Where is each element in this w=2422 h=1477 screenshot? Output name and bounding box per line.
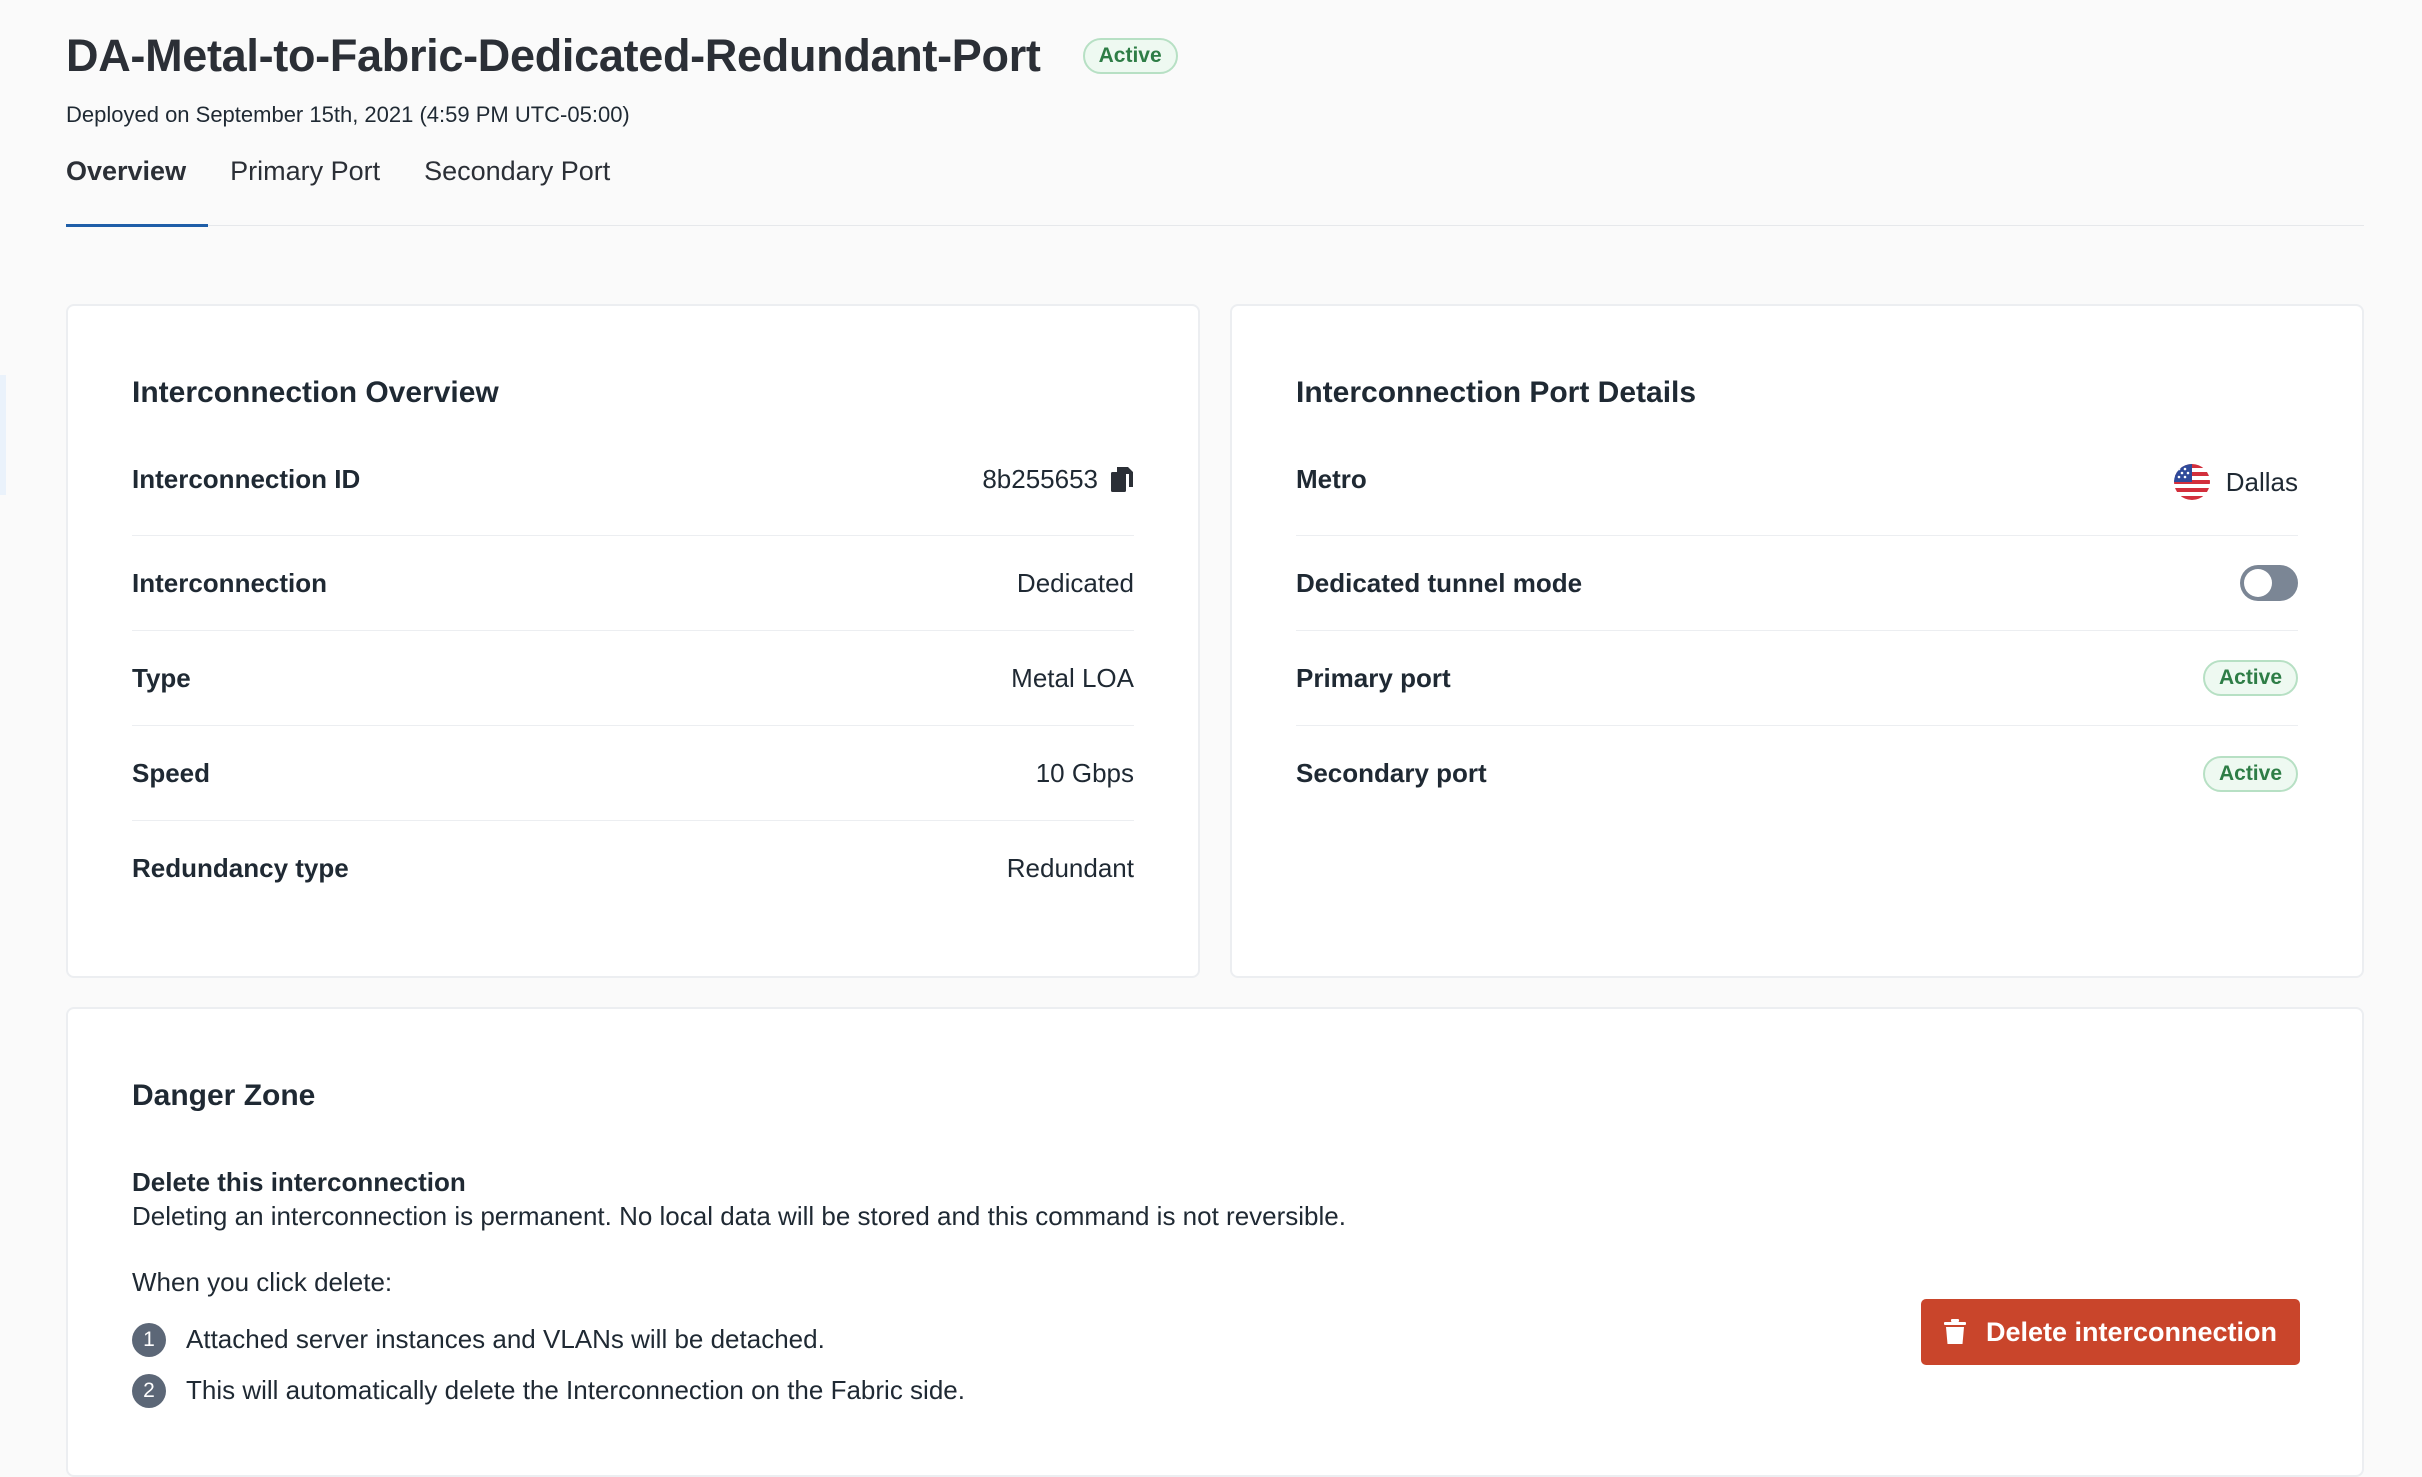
row-secondary-port: Secondary port Active — [1296, 726, 2298, 821]
list-item: 1 Attached server instances and VLANs wi… — [132, 1314, 965, 1365]
row-value: Dallas — [2173, 464, 2298, 500]
row-dedicated-tunnel-mode: Dedicated tunnel mode — [1296, 536, 2298, 631]
row-primary-port: Primary port Active — [1296, 631, 2298, 726]
row-value: 10 Gbps — [1035, 757, 1134, 788]
tab-secondary-port[interactable]: Secondary Port — [424, 148, 610, 226]
interconnection-port-details-card: Interconnection Port Details Metro Dalla… — [1230, 304, 2364, 978]
row-label: Primary port — [1296, 662, 1451, 693]
card-title: Interconnection Overview — [132, 376, 499, 409]
danger-when-text: When you click delete: — [132, 1267, 393, 1297]
us-flag-icon — [2173, 464, 2210, 500]
row-label: Secondary port — [1296, 758, 1487, 788]
row-value: Dedicated — [1016, 567, 1134, 598]
delete-steps-list: 1 Attached server instances and VLANs wi… — [132, 1314, 965, 1416]
row-label: Interconnection — [132, 567, 328, 598]
overview-rows: Interconnection ID 8b255653 Interconnect… — [132, 446, 1134, 916]
toggle-knob — [2244, 569, 2272, 597]
row-type: Type Metal LOA — [132, 631, 1134, 726]
danger-subtitle: Delete this interconnection — [132, 1167, 466, 1197]
row-value: 8b255653 — [982, 464, 1134, 495]
tab-overview[interactable]: Overview — [66, 148, 209, 227]
danger-zone-card: Danger Zone Delete this interconnection … — [66, 1007, 2364, 1477]
row-value: Redundant — [1006, 853, 1134, 883]
status-badge: Active — [1082, 38, 1178, 74]
dedicated-tunnel-toggle[interactable] — [2240, 565, 2298, 601]
step-text: This will automatically delete the Inter… — [186, 1375, 965, 1405]
interconnection-overview-card: Interconnection Overview Interconnection… — [66, 304, 1200, 978]
danger-description: Deleting an interconnection is permanent… — [132, 1201, 1346, 1231]
card-title: Interconnection Port Details — [1296, 376, 1697, 409]
page-header: DA-Metal-to-Fabric-Dedicated-Redundant-P… — [66, 28, 2364, 128]
row-label: Redundancy type — [132, 853, 349, 883]
row-redundancy-type: Redundancy type Redundant — [132, 821, 1134, 916]
row-speed: Speed 10 Gbps — [132, 726, 1134, 821]
sidebar-edge — [0, 375, 6, 495]
delete-button-label: Delete interconnection — [1985, 1316, 2278, 1347]
list-item: 2 This will automatically delete the Int… — [132, 1365, 965, 1416]
row-label: Type — [132, 662, 191, 693]
metro-value: Dallas — [2225, 466, 2298, 497]
row-label: Speed — [132, 757, 211, 788]
row-label: Metro — [1296, 464, 1367, 494]
copy-icon[interactable] — [1110, 466, 1134, 494]
row-label: Dedicated tunnel mode — [1296, 567, 1583, 598]
interconnection-id-value: 8b255653 — [982, 464, 1098, 494]
secondary-port-status-badge: Active — [2202, 755, 2298, 792]
step-number: 2 — [132, 1373, 166, 1408]
tab-bar: Overview Primary Port Secondary Port — [66, 148, 2364, 227]
row-metro: Metro Dallas — [1296, 446, 2298, 536]
row-label: Interconnection ID — [132, 464, 361, 494]
tab-primary-port[interactable]: Primary Port — [230, 148, 380, 226]
title-row: DA-Metal-to-Fabric-Dedicated-Redundant-P… — [66, 28, 2364, 84]
danger-zone-title: Danger Zone — [132, 1079, 316, 1112]
page-title: DA-Metal-to-Fabric-Dedicated-Redundant-P… — [66, 30, 1041, 81]
row-interconnection: Interconnection Dedicated — [132, 536, 1134, 631]
step-number: 1 — [132, 1322, 166, 1357]
primary-port-status-badge: Active — [2202, 660, 2298, 696]
row-value: Metal LOA — [1011, 662, 1134, 693]
step-text: Attached server instances and VLANs will… — [186, 1324, 825, 1354]
trash-icon — [1943, 1319, 1966, 1345]
deployed-date: Deployed on September 15th, 2021 (4:59 P… — [66, 102, 630, 127]
row-interconnection-id: Interconnection ID 8b255653 — [132, 446, 1134, 536]
page: DA-Metal-to-Fabric-Dedicated-Redundant-P… — [0, 0, 2422, 1477]
port-rows: Metro Dallas Dedicated tunnel mode Prima… — [1296, 446, 2298, 821]
delete-interconnection-button[interactable]: Delete interconnection — [1921, 1299, 2300, 1365]
